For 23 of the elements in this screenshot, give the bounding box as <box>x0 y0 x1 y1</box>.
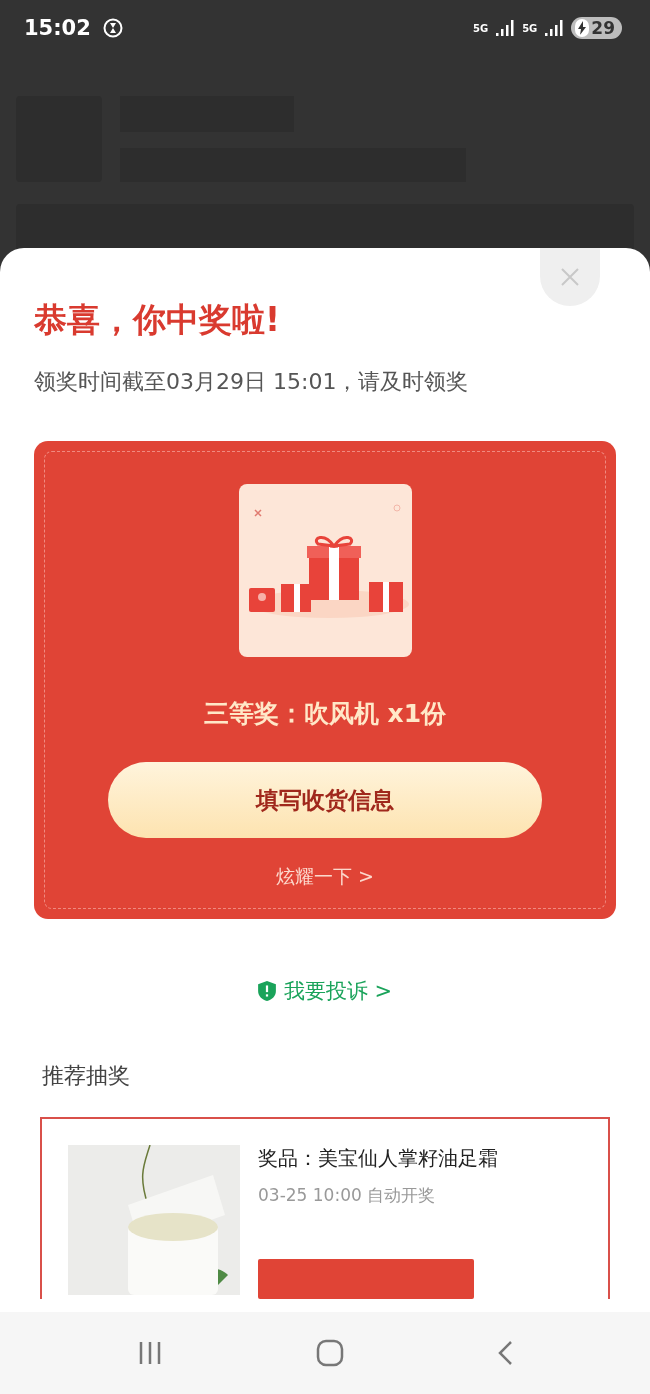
section-heading: 推荐抽奖 <box>42 1062 131 1090</box>
prize-name: 奖品：美宝仙人掌籽油足霜 <box>258 1145 498 1172</box>
complaint-link[interactable]: 我要投诉 > <box>257 977 393 1005</box>
home-icon[interactable] <box>316 1339 344 1367</box>
close-icon <box>560 267 580 287</box>
draw-time: 03-25 10:00 自动开奖 <box>258 1184 437 1207</box>
hourglass-icon <box>102 18 123 38</box>
lottery-card[interactable]: 奖品：美宝仙人掌籽油足霜 03-25 10:00 自动开奖 <box>40 1117 610 1299</box>
deadline-text: 领奖时间截至03月29日 15:01，请及时领奖 <box>34 368 470 396</box>
status-time: 15:02 <box>24 16 91 40</box>
congrats-title: 恭喜，你中奖啦! <box>34 299 282 341</box>
shield-icon <box>257 981 276 1001</box>
claim-button[interactable]: 填写收货信息 <box>108 762 542 838</box>
prize-text: 三等奖：吹风机 x1份 <box>203 698 447 730</box>
network-label: 5G <box>522 22 538 34</box>
signal-icon <box>545 20 564 36</box>
back-icon[interactable] <box>497 1340 514 1366</box>
network-label: 5G <box>473 22 489 34</box>
gift-boxes-icon <box>238 484 412 657</box>
complaint-label[interactable]: 我要投诉 > <box>283 977 393 1005</box>
share-link[interactable]: 炫耀一下 > <box>276 864 374 890</box>
battery-indicator: 29 <box>571 17 622 39</box>
signal-icon <box>496 20 515 36</box>
